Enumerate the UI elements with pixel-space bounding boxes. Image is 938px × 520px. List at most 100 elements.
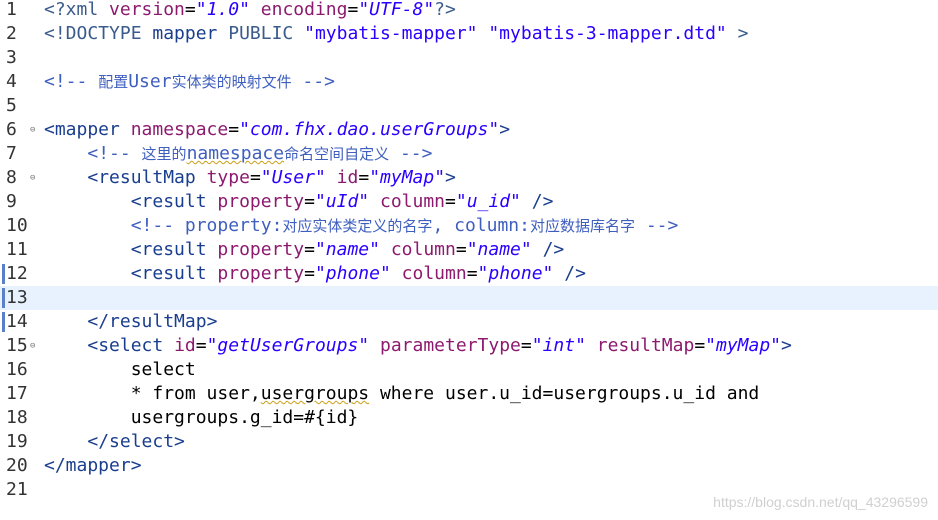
code-token: 对应实体类定义的名字 bbox=[282, 217, 433, 235]
code-line-11[interactable]: 11 <result property="name" column="name"… bbox=[0, 238, 938, 262]
code-text: <!-- property:对应实体类定义的名字, column:对应数据库名字… bbox=[44, 214, 679, 238]
code-token: = bbox=[184, 0, 196, 20]
code-token: = bbox=[347, 0, 359, 20]
line-number: 3 bbox=[6, 47, 17, 68]
code-line-15[interactable]: 15 ⊖ <select id="getUserGroups" parameter… bbox=[0, 334, 938, 358]
code-line-19[interactable]: 19 </select> bbox=[0, 430, 938, 454]
code-token: "myMap" bbox=[705, 335, 782, 356]
code-token: > bbox=[781, 335, 792, 356]
code-text: </mapper> bbox=[44, 454, 142, 478]
code-text: </select> bbox=[44, 430, 185, 454]
code-token: = bbox=[455, 239, 467, 260]
code-line-13[interactable]: 13 bbox=[0, 286, 938, 310]
code-token: /> bbox=[520, 191, 554, 212]
code-line-18[interactable]: 18 usergroups.g_id=#{id} bbox=[0, 406, 938, 430]
code-token: "mybatis-3-mapper.dtd" bbox=[488, 23, 727, 44]
code-text: <result property="uId" column="u_id" /> bbox=[44, 190, 554, 214]
code-token: = bbox=[304, 263, 315, 284]
code-token: <?xml bbox=[44, 0, 110, 20]
change-marker bbox=[2, 264, 5, 284]
code-token: encoding bbox=[260, 0, 348, 20]
code-text: <?xml version="1.0" encoding="UTF-8"?> bbox=[44, 0, 456, 22]
code-line-1[interactable]: 1 <?xml version="1.0" encoding="UTF-8"?> bbox=[0, 0, 938, 22]
code-token: column bbox=[401, 263, 467, 284]
code-token: </resultMap> bbox=[87, 311, 218, 332]
fold-toggle-icon[interactable]: ⊖ bbox=[30, 166, 40, 190]
code-line-9[interactable]: 9 <result property="uId" column="u_id" /… bbox=[0, 190, 938, 214]
code-line-17[interactable]: 17 * from user,usergroups where user.u_i… bbox=[0, 382, 938, 406]
code-token: > bbox=[499, 119, 511, 140]
code-editor[interactable]: 1 <?xml version="1.0" encoding="UTF-8"?> 2… bbox=[0, 0, 938, 520]
code-text: select bbox=[44, 358, 196, 382]
code-token: --> bbox=[291, 71, 335, 92]
code-text: usergroups.g_id=#{id} bbox=[44, 406, 359, 430]
code-token: version bbox=[109, 0, 185, 20]
fold-toggle-icon[interactable]: ⊖ bbox=[30, 118, 40, 142]
code-token: column bbox=[390, 239, 456, 260]
code-line-12[interactable]: 12 <result property="phone" column="phon… bbox=[0, 262, 938, 286]
code-token: 配置 bbox=[98, 73, 129, 91]
code-line-16[interactable]: 16 select bbox=[0, 358, 938, 382]
code-token: --> bbox=[635, 215, 679, 236]
code-token: "getUserGroups" bbox=[206, 335, 370, 356]
code-token: </mapper> bbox=[44, 455, 142, 476]
code-line-4[interactable]: 4 <!-- 配置User实体类的映射文件 --> bbox=[0, 70, 938, 94]
code-line-14[interactable]: 14 </resultMap> bbox=[0, 310, 938, 334]
code-token: = bbox=[445, 191, 456, 212]
code-token: "u_id" bbox=[455, 191, 521, 212]
code-token: = bbox=[304, 239, 315, 260]
code-token: --> bbox=[389, 143, 433, 164]
code-token: = bbox=[694, 335, 706, 356]
code-token: property bbox=[217, 191, 305, 212]
change-marker bbox=[2, 312, 5, 332]
code-token: <select bbox=[87, 335, 175, 356]
code-token: ?> bbox=[434, 0, 456, 20]
code-line-5[interactable]: 5 bbox=[0, 94, 938, 118]
code-token: = bbox=[520, 335, 532, 356]
code-token: 对应数据库名字 bbox=[529, 217, 635, 235]
code-token: "mybatis-mapper" bbox=[304, 23, 478, 44]
code-line-7[interactable]: 7 <!-- 这里的namespace命名空间自定义 --> bbox=[0, 142, 938, 166]
code-token: /> bbox=[531, 239, 565, 260]
code-token: = bbox=[249, 167, 261, 188]
code-token: "myMap" bbox=[369, 167, 446, 188]
code-token: resultMap bbox=[596, 335, 695, 356]
code-token: "int" bbox=[531, 335, 586, 356]
line-number: 20 bbox=[6, 455, 28, 476]
code-line-6[interactable]: 6 ⊖ <mapper namespace="com.fhx.dao.userGro… bbox=[0, 118, 938, 142]
code-line-3[interactable]: 3 bbox=[0, 46, 938, 70]
code-token: mapper bbox=[152, 23, 218, 44]
code-token: , column: bbox=[432, 215, 530, 236]
code-token: namespace bbox=[130, 119, 229, 140]
line-number: 10 bbox=[6, 215, 28, 236]
fold-toggle-icon[interactable]: ⊖ bbox=[30, 334, 40, 358]
code-token: "User" bbox=[260, 167, 326, 188]
code-token: PUBLIC bbox=[217, 23, 305, 44]
code-token: <resultMap bbox=[87, 167, 207, 188]
code-line-8[interactable]: 8 ⊖ <resultMap type="User" id="myMap"> bbox=[0, 166, 938, 190]
code-token: <!-- bbox=[87, 143, 142, 164]
code-text: <!-- 这里的namespace命名空间自定义 --> bbox=[44, 142, 432, 166]
line-number: 16 bbox=[6, 359, 28, 380]
code-token: usergroups.g_id=#{id} bbox=[44, 407, 359, 428]
code-text: <!-- 配置User实体类的映射文件 --> bbox=[44, 70, 335, 94]
code-line-20[interactable]: 20 </mapper> bbox=[0, 454, 938, 478]
code-token: <!-- bbox=[44, 71, 99, 92]
line-number: 13 bbox=[6, 287, 28, 308]
code-line-2[interactable]: 2 <!DOCTYPE mapper PUBLIC "mybatis-mapper… bbox=[0, 22, 938, 46]
code-token: property bbox=[217, 263, 305, 284]
code-line-10[interactable]: 10 <!-- property:对应实体类定义的名字, column:对应数据… bbox=[0, 214, 938, 238]
code-token: "name" bbox=[314, 239, 380, 260]
code-token: </select> bbox=[87, 431, 185, 452]
code-token: "phone" bbox=[477, 263, 554, 284]
